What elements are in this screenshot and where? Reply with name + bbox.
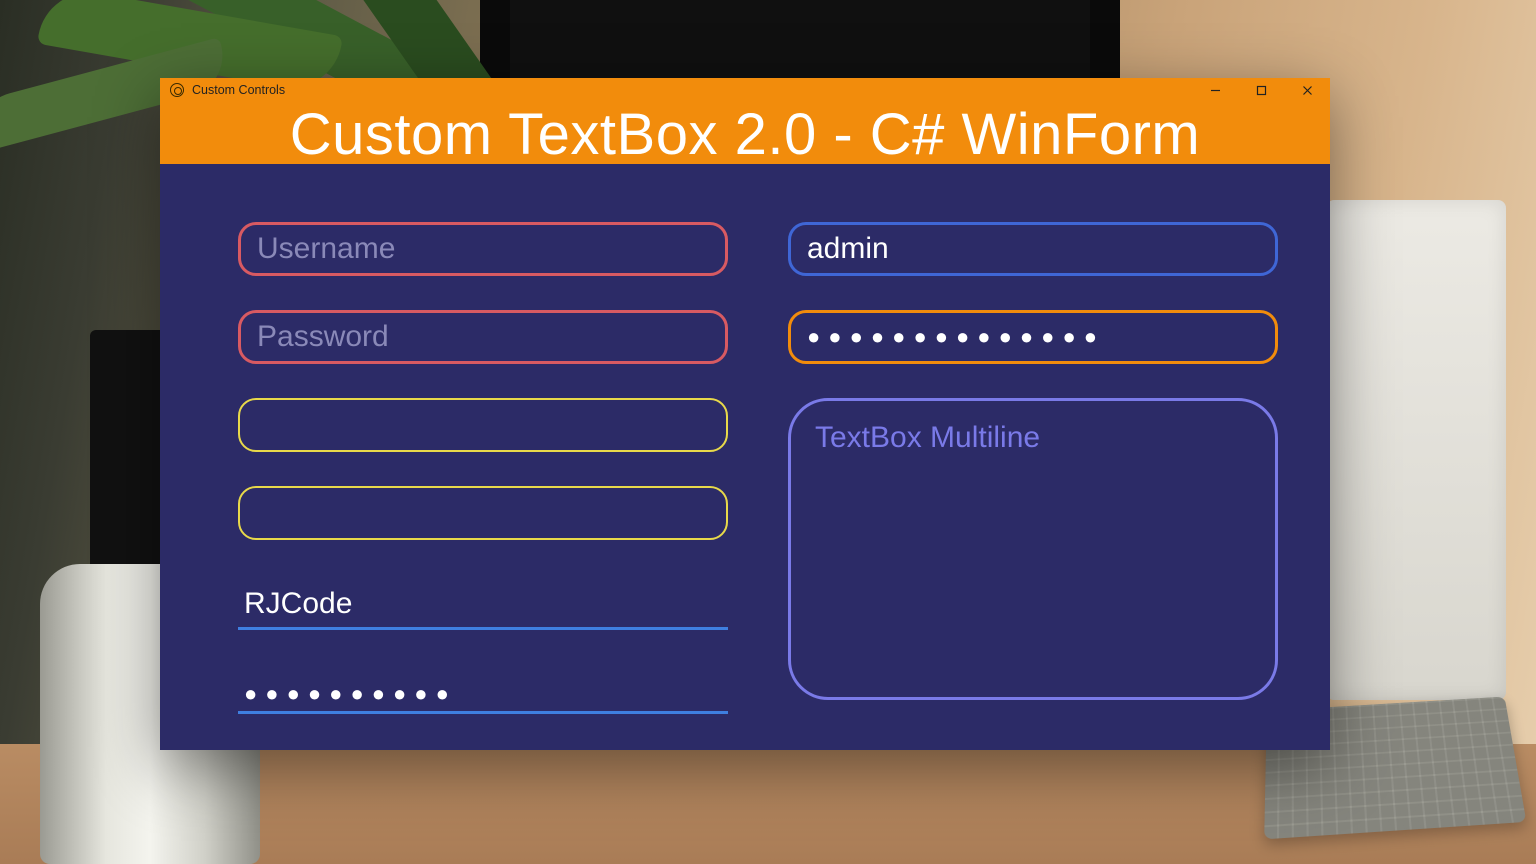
window-controls xyxy=(1192,78,1330,102)
rjcode-input[interactable]: RJCode xyxy=(238,574,728,630)
multiline-textbox[interactable]: TextBox Multiline xyxy=(788,398,1278,700)
username-placeholder: Username xyxy=(257,232,395,266)
right-column: admin ●●●●●●●●●●●●●● TextBox Multiline xyxy=(788,222,1278,742)
close-button[interactable] xyxy=(1284,78,1330,102)
bg-device xyxy=(1326,200,1506,700)
underline-password-input[interactable]: ●●●●●●●●●● xyxy=(238,658,728,714)
left-column: Username Password RJCode ●●●●●●●●●● xyxy=(238,222,728,742)
admin-value: admin xyxy=(807,232,889,266)
form-area: Username Password RJCode ●●●●●●●●●● admi… xyxy=(160,164,1330,782)
password-value-right: ●●●●●●●●●●●●●● xyxy=(807,326,1105,348)
underline-password-value: ●●●●●●●●●● xyxy=(244,683,457,705)
rjcode-value: RJCode xyxy=(244,587,352,621)
multiline-placeholder: TextBox Multiline xyxy=(815,421,1040,454)
empty-input-1[interactable] xyxy=(238,398,728,452)
window-header: Custom Controls Custom TextBox 2.0 - C# … xyxy=(160,78,1330,164)
password-input-right[interactable]: ●●●●●●●●●●●●●● xyxy=(788,310,1278,364)
maximize-button[interactable] xyxy=(1238,78,1284,102)
password-placeholder: Password xyxy=(257,320,389,354)
page-title: Custom TextBox 2.0 - C# WinForm xyxy=(160,102,1330,164)
app-icon xyxy=(170,83,184,97)
titlebar[interactable]: Custom Controls xyxy=(160,78,1330,102)
app-window: Custom Controls Custom TextBox 2.0 - C# … xyxy=(160,78,1330,750)
admin-input[interactable]: admin xyxy=(788,222,1278,276)
password-input[interactable]: Password xyxy=(238,310,728,364)
desktop-background: Custom Controls Custom TextBox 2.0 - C# … xyxy=(0,0,1536,864)
username-input[interactable]: Username xyxy=(238,222,728,276)
window-title: Custom Controls xyxy=(192,83,285,97)
empty-input-2[interactable] xyxy=(238,486,728,540)
minimize-button[interactable] xyxy=(1192,78,1238,102)
